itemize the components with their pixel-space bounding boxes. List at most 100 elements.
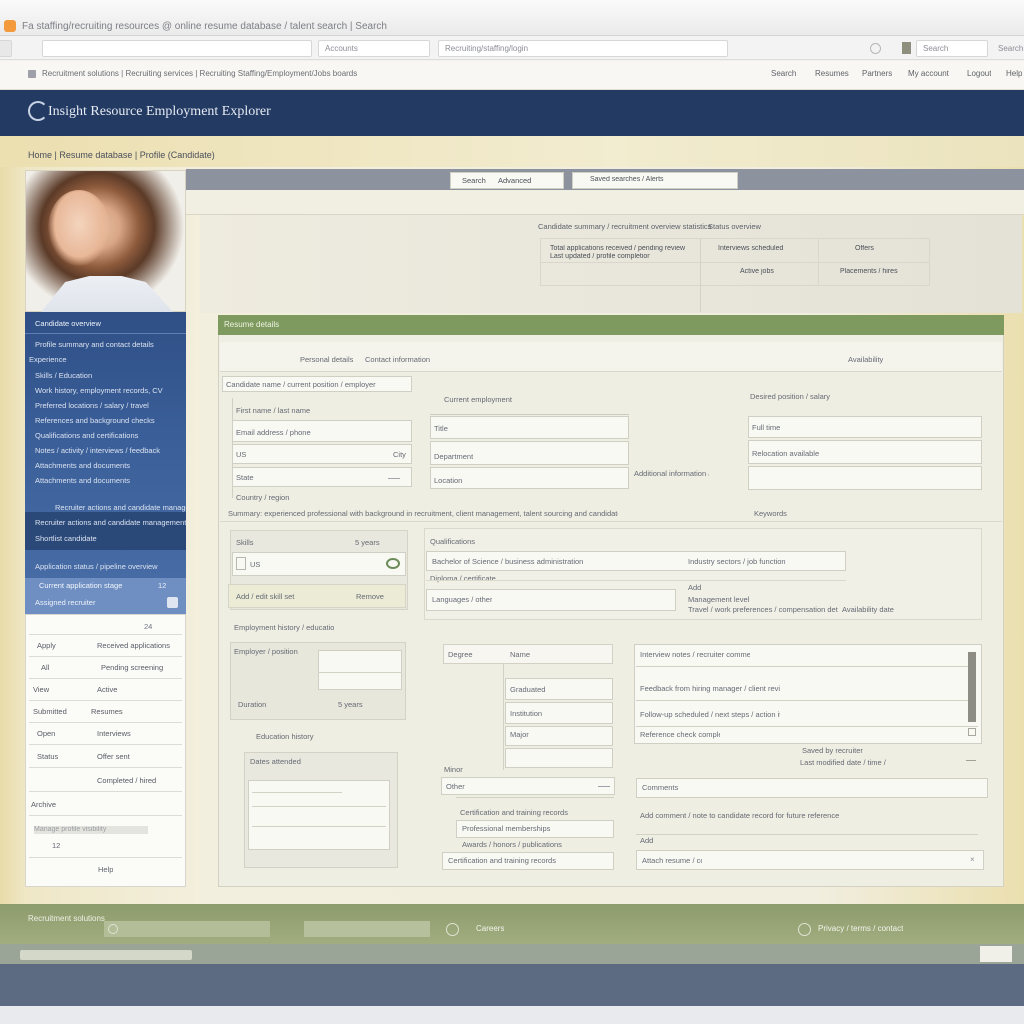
bookmark-item[interactable]: My account: [908, 69, 949, 78]
list-item-label: Status: [37, 752, 59, 761]
bookmark-item[interactable]: Resumes: [815, 69, 849, 78]
add-skill-button-label: Add / edit skill set: [236, 592, 295, 601]
grid-b-row[interactable]: Certification and training records: [460, 808, 610, 817]
fulltime-input[interactable]: [748, 416, 982, 438]
site-title[interactable]: Insight Resource Employment Explorer: [48, 104, 271, 120]
city-value: City: [393, 450, 406, 459]
url-field-main[interactable]: Recruiting/staffing/login: [438, 40, 728, 57]
left-nav-item[interactable]: Attachments and documents: [25, 461, 186, 470]
contact-icon: [798, 923, 811, 936]
state-label: State: [236, 473, 254, 482]
bookmark-item[interactable]: Partners: [862, 69, 892, 78]
notes-modified: Last modified date / time / user: [800, 758, 886, 767]
details-tab[interactable]: Contact information: [365, 355, 430, 364]
notes-rule: [636, 726, 978, 727]
sub-toolbar: [186, 190, 1024, 215]
qual-rule: [426, 580, 846, 581]
list-item[interactable]: Open Interviews: [29, 723, 182, 745]
home-icon[interactable]: [28, 70, 36, 78]
left-nav-item[interactable]: Work history, employment records, CV: [25, 386, 186, 395]
grid-header-degree: Degree: [448, 650, 473, 659]
expand-icon[interactable]: [167, 597, 178, 608]
footer-careers[interactable]: Careers: [476, 924, 504, 933]
summary-row2-mid: Active jobs: [740, 268, 774, 275]
left-nav-highlight-sub[interactable]: Recruiter actions and candidate manageme…: [25, 518, 186, 527]
state-input[interactable]: [232, 467, 412, 487]
title-label: Title: [434, 424, 448, 433]
left-nav-item[interactable]: Skills / Education: [25, 371, 186, 380]
section3-extra-input[interactable]: [748, 466, 982, 490]
bookmark-icon[interactable]: [902, 42, 911, 54]
summary-right-heading: Status overview: [708, 222, 761, 231]
bookmark-item[interactable]: Logout: [967, 69, 991, 78]
breadcrumb[interactable]: Home | Resume database | Profile (Candid…: [28, 150, 215, 160]
employer-input[interactable]: [318, 650, 402, 690]
bookmark-item[interactable]: Search: [771, 69, 796, 78]
left-nav-item[interactable]: Preferred locations / salary / travel: [25, 401, 186, 410]
summary-divider: [700, 238, 701, 312]
left-nav-item[interactable]: Experience: [25, 355, 186, 364]
left-nav-item[interactable]: Attachments and documents: [25, 476, 186, 485]
details-tab[interactable]: Personal details: [300, 355, 353, 364]
grid-cell[interactable]: [505, 748, 613, 768]
browser-tab-icon[interactable]: [4, 20, 16, 32]
comment-input[interactable]: [636, 778, 988, 798]
left-nav-highlight-title[interactable]: Recruiter actions and candidate manageme…: [25, 503, 186, 512]
tab-advanced-label[interactable]: Advanced: [498, 176, 531, 185]
left-list-footer-text[interactable]: Manage profile visibility: [34, 826, 148, 833]
search-field[interactable]: Search: [916, 40, 988, 57]
notes-box[interactable]: [634, 644, 982, 744]
list-item[interactable]: Apply Received applications: [29, 635, 182, 657]
notes-scrollbar[interactable]: [968, 652, 976, 722]
comment-text: Add comment / note to candidate record f…: [640, 811, 840, 820]
left-nav-item[interactable]: Profile summary and contact details: [25, 340, 186, 349]
left-nav-selected-sub[interactable]: Assigned recruiter: [25, 598, 186, 607]
footer-field[interactable]: [304, 921, 430, 937]
left-list-footer-label[interactable]: Help: [98, 865, 113, 874]
bookmarks-text[interactable]: Recruitment solutions | Recruiting servi…: [42, 69, 382, 78]
footer-field[interactable]: [104, 921, 270, 937]
left-nav-highlight-action[interactable]: Shortlist candidate: [25, 534, 186, 543]
remove-skill-button[interactable]: Remove: [356, 592, 384, 601]
grid-b-header[interactable]: [441, 777, 615, 795]
list-item[interactable]: Submitted Resumes: [29, 701, 182, 723]
logo-icon[interactable]: [28, 101, 48, 121]
notes-row: Interview notes / recruiter comments: [640, 650, 750, 659]
close-icon[interactable]: ×: [970, 855, 975, 864]
title-input[interactable]: [430, 416, 629, 439]
left-nav-item[interactable]: Notes / activity / interviews / feedback: [25, 446, 186, 455]
left-nav-item[interactable]: Qualifications and certifications: [25, 431, 186, 440]
footer-left[interactable]: Recruitment solutions: [28, 914, 105, 923]
list-item-value: Completed / hired: [97, 776, 157, 785]
resume-panel-title: Resume details: [224, 320, 280, 329]
toggle-icon[interactable]: [386, 558, 400, 569]
grid-cell-label: Major: [510, 730, 529, 739]
bookmark-item[interactable]: Help: [1006, 69, 1022, 78]
grid-b-row: Awards / honors / publications: [462, 840, 562, 849]
details-tab[interactable]: Availability: [848, 355, 883, 364]
list-item[interactable]: Status Offer sent: [29, 746, 182, 768]
city-input[interactable]: [232, 444, 412, 464]
footer-right[interactable]: Privacy / terms / contact: [818, 924, 903, 933]
education-input[interactable]: [248, 780, 390, 850]
candidate-face: [48, 190, 110, 266]
url-field-accounts[interactable]: Accounts: [318, 40, 430, 57]
notes-scroll-down[interactable]: [968, 728, 976, 736]
list-item[interactable]: All Pending screening: [29, 657, 182, 679]
search-field-right[interactable]: Search: [998, 44, 1023, 53]
add-qualification[interactable]: Add: [688, 583, 701, 592]
employment-subheading: Employment history / education: [234, 623, 334, 632]
list-item-label: Submitted: [33, 707, 67, 716]
left-nav-item[interactable]: References and background checks: [25, 416, 186, 425]
browser-tab-title[interactable]: Fa staffing/recruiting resources @ onlin…: [22, 21, 582, 32]
tab-saved-label: Saved searches / Alerts: [590, 176, 664, 183]
search-icon[interactable]: [870, 43, 881, 54]
list-item[interactable]: Archive: [29, 794, 182, 816]
list-item[interactable]: Completed / hired: [29, 770, 182, 792]
back-button[interactable]: [0, 40, 12, 57]
url-field-left[interactable]: [42, 40, 312, 57]
list-item[interactable]: View Active: [29, 679, 182, 701]
keywords-label[interactable]: Keywords: [754, 509, 787, 518]
list-item-value: Interviews: [97, 729, 131, 738]
footer-button[interactable]: [980, 946, 1012, 962]
